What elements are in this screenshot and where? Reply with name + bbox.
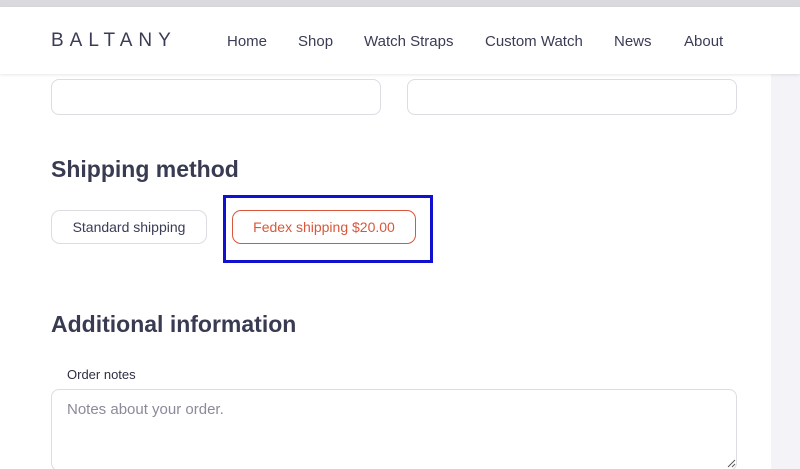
nav-item-custom-watch[interactable]: Custom Watch [485, 33, 583, 50]
nav-item-about[interactable]: About [684, 33, 723, 50]
brand-logo[interactable]: BALTANY [51, 30, 177, 52]
side-gutter [771, 74, 800, 469]
nav-item-watch-straps[interactable]: Watch Straps [364, 33, 453, 50]
site-header: BALTANY Home Shop Watch Straps Custom Wa… [0, 7, 800, 74]
nav-item-news[interactable]: News [614, 33, 652, 50]
nav-item-shop[interactable]: Shop [298, 33, 333, 50]
resize-grip-icon[interactable] [726, 458, 736, 468]
order-notes-label: Order notes [67, 367, 136, 382]
nav-item-home[interactable]: Home [227, 33, 267, 50]
shipping-method-heading: Shipping method [51, 156, 239, 182]
additional-information-heading: Additional information [51, 311, 297, 337]
fedex-shipping-button[interactable]: Fedex shipping $20.00 [232, 210, 416, 244]
order-notes-input[interactable] [51, 389, 737, 469]
standard-shipping-button[interactable]: Standard shipping [51, 210, 207, 244]
browser-top-strip [0, 0, 800, 7]
billing-field-right[interactable] [407, 79, 737, 115]
billing-field-left[interactable] [51, 79, 381, 115]
checkout-page: BALTANY Home Shop Watch Straps Custom Wa… [0, 0, 800, 469]
